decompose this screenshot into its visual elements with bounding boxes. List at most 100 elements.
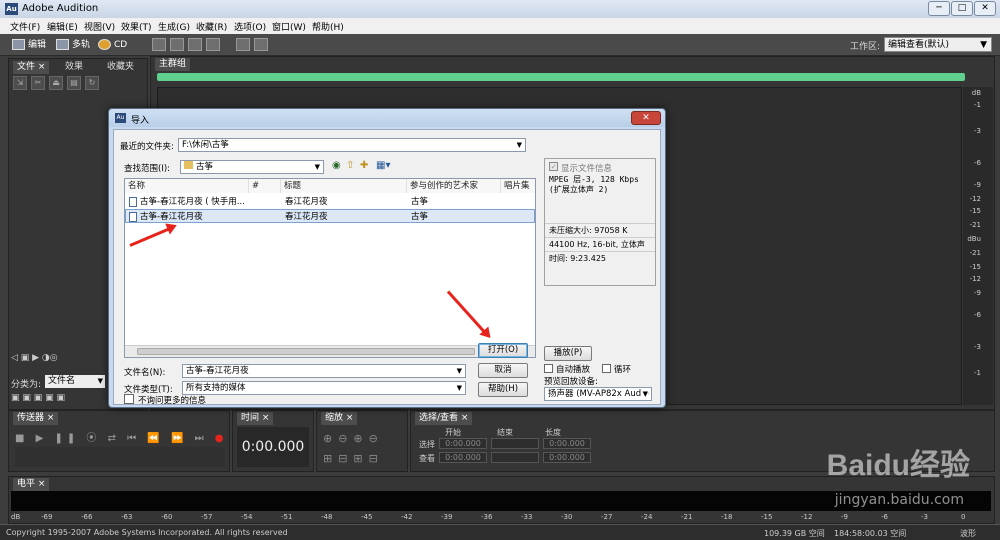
level-scale-label: -42 [401,513,413,521]
refresh-icon[interactable]: ↻ [85,76,99,90]
level-scale-label: -30 [561,513,573,521]
dialog-close-button[interactable]: ✕ [631,111,661,125]
new-folder-icon[interactable]: ✚ [360,160,368,171]
menu-effects[interactable]: 效果(T) [121,20,152,33]
tab-main-group[interactable]: 主群组 [155,58,191,71]
chevron-down-icon: ▼ [456,384,462,392]
record-icon[interactable]: ● [215,433,228,444]
cd-view-button[interactable]: CD [98,38,127,52]
multitrack-icon [56,39,69,50]
view-menu-icon[interactable]: ▦▾ [376,160,390,171]
show-info-checkbox[interactable]: ✓ [549,162,558,171]
file-artist: 古筝 [411,197,429,207]
close-file-icon[interactable]: ✂ [31,76,45,90]
menu-help[interactable]: 帮助(H) [312,20,344,33]
scrollbar-thumb[interactable] [137,348,475,355]
layout-icon-4[interactable] [206,38,220,51]
help-button[interactable]: 帮助(H) [478,382,528,397]
level-scale-label: -33 [521,513,533,521]
tab-selection-view[interactable]: 选择/查看 × [415,412,473,425]
file-row[interactable]: 古筝-春江花月夜 ( 快手用... 春江花月夜 古筝 [125,195,535,209]
tab-time[interactable]: 时间 × [237,412,274,425]
autoplay-checkbox[interactable] [544,364,553,373]
play-preview-button[interactable]: 播放(P) [544,346,592,361]
view-length-field[interactable]: 0:00.000 [543,452,591,463]
recent-folders-select[interactable]: F:\休闲\古筝 ▼ [178,138,526,152]
row-label-view: 查看 [419,454,435,463]
menu-edit[interactable]: 编辑(E) [47,20,78,33]
view-mode: 波形 [960,529,976,538]
chevron-down-icon: ▼ [456,367,462,375]
column-album[interactable]: 唱片集 [501,179,535,193]
look-in-select[interactable]: 古筝 ▼ [180,160,324,174]
chevron-down-icon: ▼ [640,388,648,400]
info-divider [545,223,655,224]
hybrid-tool-icon[interactable] [254,38,268,51]
time-space: 184:58:00.03 空间 [834,529,907,538]
transport-buttons[interactable]: ■ ▶ ❚❚ ⦿ ⇄ ⏮ ⏪ ⏩ ⏭ ● [15,429,228,444]
close-button[interactable]: ✕ [974,1,996,16]
tab-files[interactable]: 文件 × [13,61,50,74]
menu-window[interactable]: 窗口(W) [272,20,306,33]
cursor-tool-icon[interactable] [236,38,250,51]
minimize-button[interactable]: ─ [928,1,950,16]
overview-bar[interactable] [157,73,965,81]
db-label: dBu [967,235,981,243]
multitrack-view-button[interactable]: 多轨 [56,38,90,52]
sort-select[interactable]: 文件名 ▼ [45,375,105,388]
zoom-buttons[interactable]: ⊕⊖⊕⊖ ⊞⊟⊞⊟ [323,429,405,469]
tab-effects[interactable]: 效果 [61,61,87,74]
horizontal-scrollbar[interactable] [125,345,535,357]
layout-icon-3[interactable] [188,38,202,51]
menu-view[interactable]: 视图(V) [84,20,115,33]
view-end-field[interactable] [491,452,539,463]
tab-zoom[interactable]: 缩放 × [321,412,358,425]
level-scale-label: -36 [481,513,493,521]
tab-favorites[interactable]: 收藏夹 [103,61,138,74]
file-row-selected[interactable]: 古筝-春江花月夜 春江花月夜 古筝 [125,209,535,223]
tab-level[interactable]: 电平 × [13,478,50,491]
menu-favorites[interactable]: 收藏(R) [196,20,227,33]
preview-device-select[interactable]: 扬声器 (MV-AP82x Audio E ▼ [544,387,652,401]
column-name[interactable]: 名称 [125,179,249,193]
column-number[interactable]: # [249,179,281,193]
preview-device-label: 预览回放设备: [544,377,598,387]
selection-length-field[interactable]: 0:00.000 [543,438,591,449]
edit-view-button[interactable]: 编辑 [12,38,46,52]
menu-generate[interactable]: 生成(G) [158,20,190,33]
column-title[interactable]: 标题 [281,179,407,193]
layout-icon-2[interactable] [170,38,184,51]
title-bar: Au Adobe Audition ─ □ ✕ [0,0,1000,18]
duration: 时间: 9:23.425 [549,254,607,263]
column-artist[interactable]: 参与创作的艺术家 [407,179,501,193]
selection-end-field[interactable] [491,438,539,449]
level-scale-label: -39 [441,513,453,521]
menu-options[interactable]: 选项(O) [234,20,266,33]
loop-checkbox[interactable] [602,364,611,373]
back-icon[interactable]: ◉ [332,160,341,171]
filename-label: 文件名(N): [124,368,166,378]
no-ask-checkbox[interactable] [124,394,134,404]
db-label: -6 [974,311,981,319]
import-icon[interactable]: ⇲ [13,76,27,90]
filename-input[interactable]: 古筝-春江花月夜 ▼ [182,364,466,378]
menu-file[interactable]: 文件(F) [10,20,40,33]
chevron-down-icon: ▼ [97,377,103,385]
open-button[interactable]: 打开(O) [478,343,528,358]
insert-icon[interactable]: ⏏ [49,76,63,90]
tab-transport[interactable]: 传送器 × [13,412,59,425]
view-start-field[interactable]: 0:00.000 [439,452,487,463]
loop-label: 循环 [614,365,632,375]
view-buttons[interactable]: ▣ ▣ ▣ ▣ ▣ [11,393,65,403]
edit-file-icon[interactable]: ▤ [67,76,81,90]
up-folder-icon[interactable]: ⇧ [346,160,354,171]
no-ask-label: 不询问更多的信息 [138,396,207,406]
filetype-select[interactable]: 所有支持的媒体 ▼ [182,381,466,395]
cancel-button[interactable]: 取消 [478,363,528,378]
selection-start-field[interactable]: 0:00.000 [439,438,487,449]
workspace-select[interactable]: 编辑查看(默认) ▼ [884,37,992,52]
folder-icon [184,161,193,169]
layout-icon-1[interactable] [152,38,166,51]
db-label: -21 [969,221,981,229]
maximize-button[interactable]: □ [951,1,973,16]
